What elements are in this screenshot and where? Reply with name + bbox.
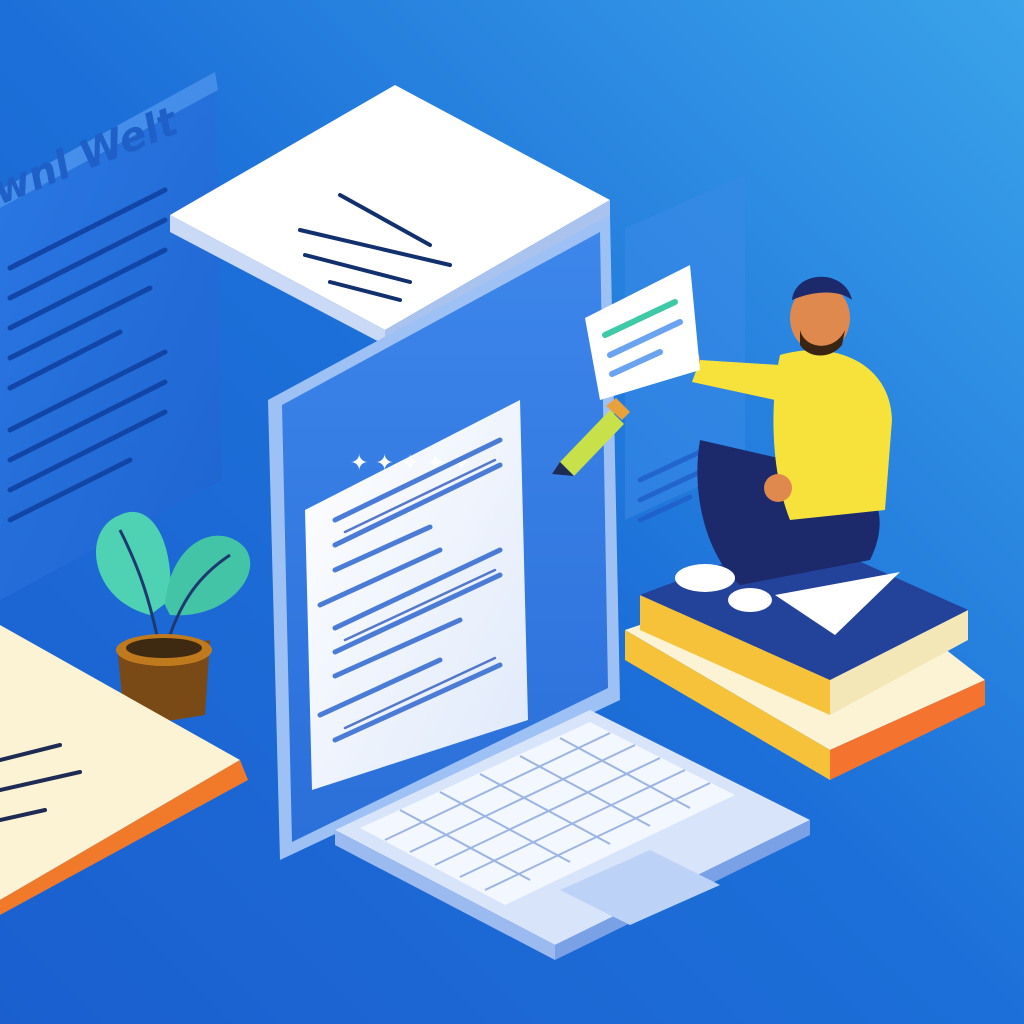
scene-canvas: wnl Welt ✦ ✦ ✦ ✦ ✦ <box>0 0 1024 1024</box>
illustration-scene: wnl Welt ✦ ✦ ✦ ✦ ✦ <box>0 0 1024 1024</box>
